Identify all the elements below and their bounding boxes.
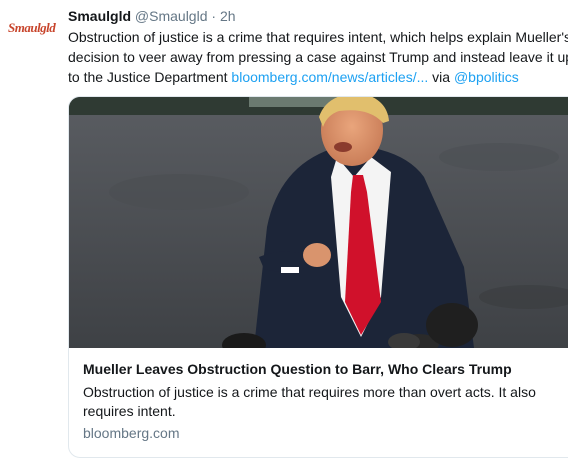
- card-photo: [69, 97, 568, 348]
- avatar[interactable]: Smaulgld: [8, 20, 60, 42]
- article-link[interactable]: bloomberg.com/news/articles/...: [231, 69, 428, 85]
- tweet-text-line-2: decision to veer away from pressing a ca…: [68, 49, 568, 65]
- bpolitics-mention[interactable]: @bpolitics: [454, 69, 519, 85]
- card-domain: bloomberg.com: [83, 425, 180, 441]
- link-card[interactable]: Mueller Leaves Obstruction Question to B…: [68, 96, 568, 458]
- card-image[interactable]: [69, 97, 568, 348]
- tweet-text-line-3-start: to the Justice Department: [68, 69, 232, 85]
- card-description: Obstruction of justice is a crime that r…: [83, 384, 536, 419]
- tweet-text-line-3: to the Justice Department bloomberg.com/…: [68, 67, 568, 87]
- author-handle[interactable]: @Smaulgld: [135, 8, 208, 24]
- author-name[interactable]: Smaulgld: [68, 8, 131, 24]
- via-text: via: [428, 69, 454, 85]
- tweet-header: Smaulgld @Smaulgld · 2h: [68, 7, 236, 25]
- tweet-text: Obstruction of justice is a crime that r…: [68, 27, 568, 87]
- tweet-text-line-1: Obstruction of justice is a crime that r…: [68, 29, 568, 45]
- tweet-time[interactable]: 2h: [220, 8, 236, 24]
- time-separator: ·: [211, 8, 217, 24]
- card-title[interactable]: Mueller Leaves Obstruction Question to B…: [83, 361, 512, 377]
